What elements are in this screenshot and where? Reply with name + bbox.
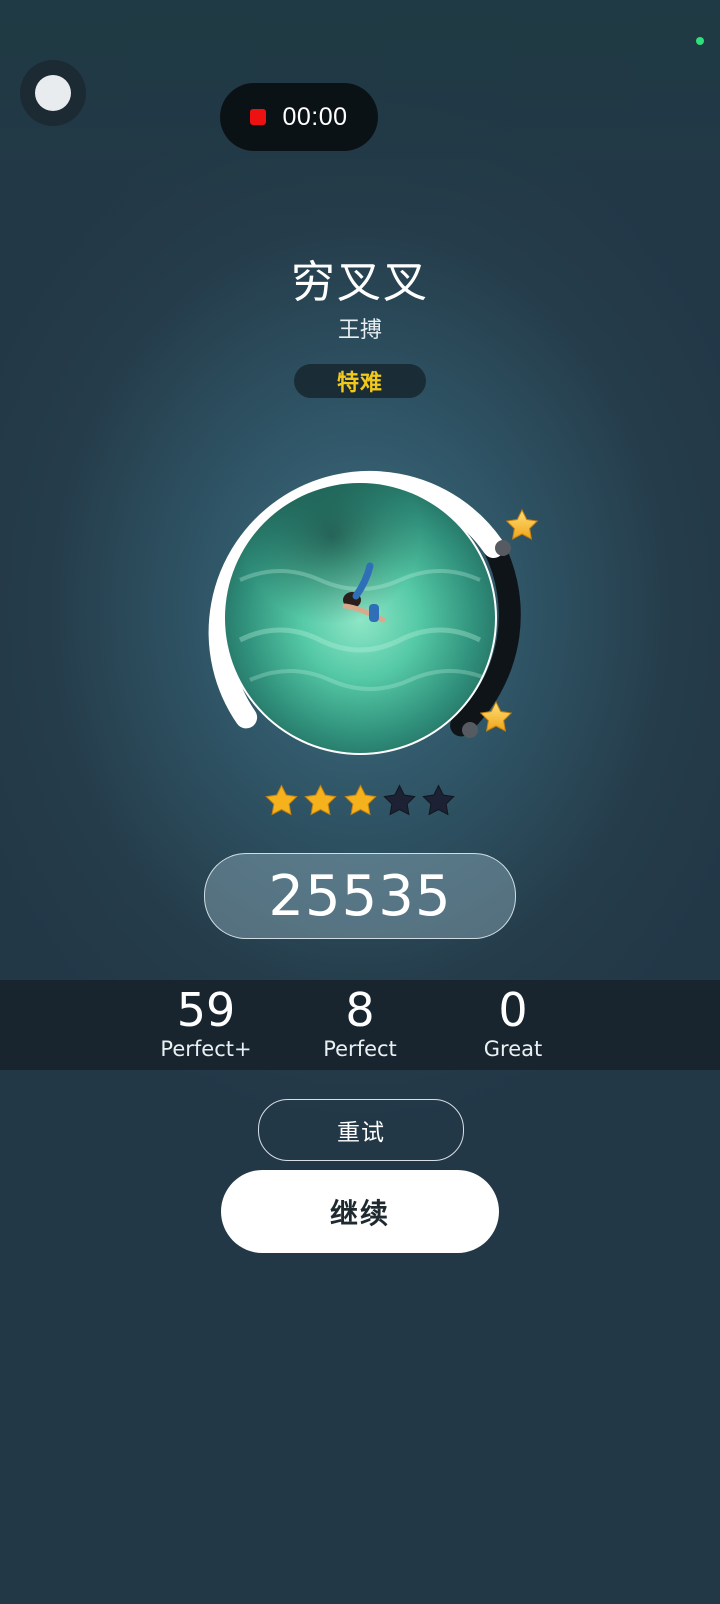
progress-marker <box>495 540 511 556</box>
progress-marker <box>462 722 478 738</box>
score-display: 25535 <box>204 853 516 939</box>
song-title: 穷叉叉 <box>291 257 429 308</box>
record-timer: 00:00 <box>282 102 348 131</box>
judgement-count: 59 <box>176 983 236 1037</box>
judgement-great: 0 Great <box>433 980 593 1070</box>
judgement-count: 0 <box>498 983 528 1037</box>
star-icon <box>505 508 539 540</box>
song-artist: 王搏 <box>337 318 382 343</box>
floating-ball-icon[interactable] <box>20 60 86 126</box>
song-cover-ring <box>180 430 560 770</box>
judgement-label: Perfect+ <box>160 1037 252 1061</box>
star-rating <box>264 784 456 820</box>
star-icon <box>304 784 338 816</box>
judgement-perfect: 8 Perfect <box>280 980 440 1070</box>
status-indicator-dot <box>696 37 704 45</box>
judgement-perfect-plus: 59 Perfect+ <box>126 980 286 1070</box>
retry-button[interactable]: 重试 <box>258 1099 464 1161</box>
star-icon <box>343 784 377 816</box>
judgement-label: Great <box>483 1037 543 1061</box>
judgement-label: Perfect <box>323 1037 397 1061</box>
star-icon <box>422 784 455 816</box>
continue-button[interactable]: 继续 <box>221 1170 499 1253</box>
judgement-count: 8 <box>345 983 375 1037</box>
judgement-stats: 59 Perfect+ 8 Perfect 0 Great <box>0 980 720 1070</box>
screen-record-pill[interactable]: 00:00 <box>220 83 378 151</box>
star-icon <box>382 784 416 816</box>
star-icon <box>265 784 298 816</box>
record-dot-icon <box>250 109 267 125</box>
difficulty-badge: 特难 <box>294 364 426 398</box>
